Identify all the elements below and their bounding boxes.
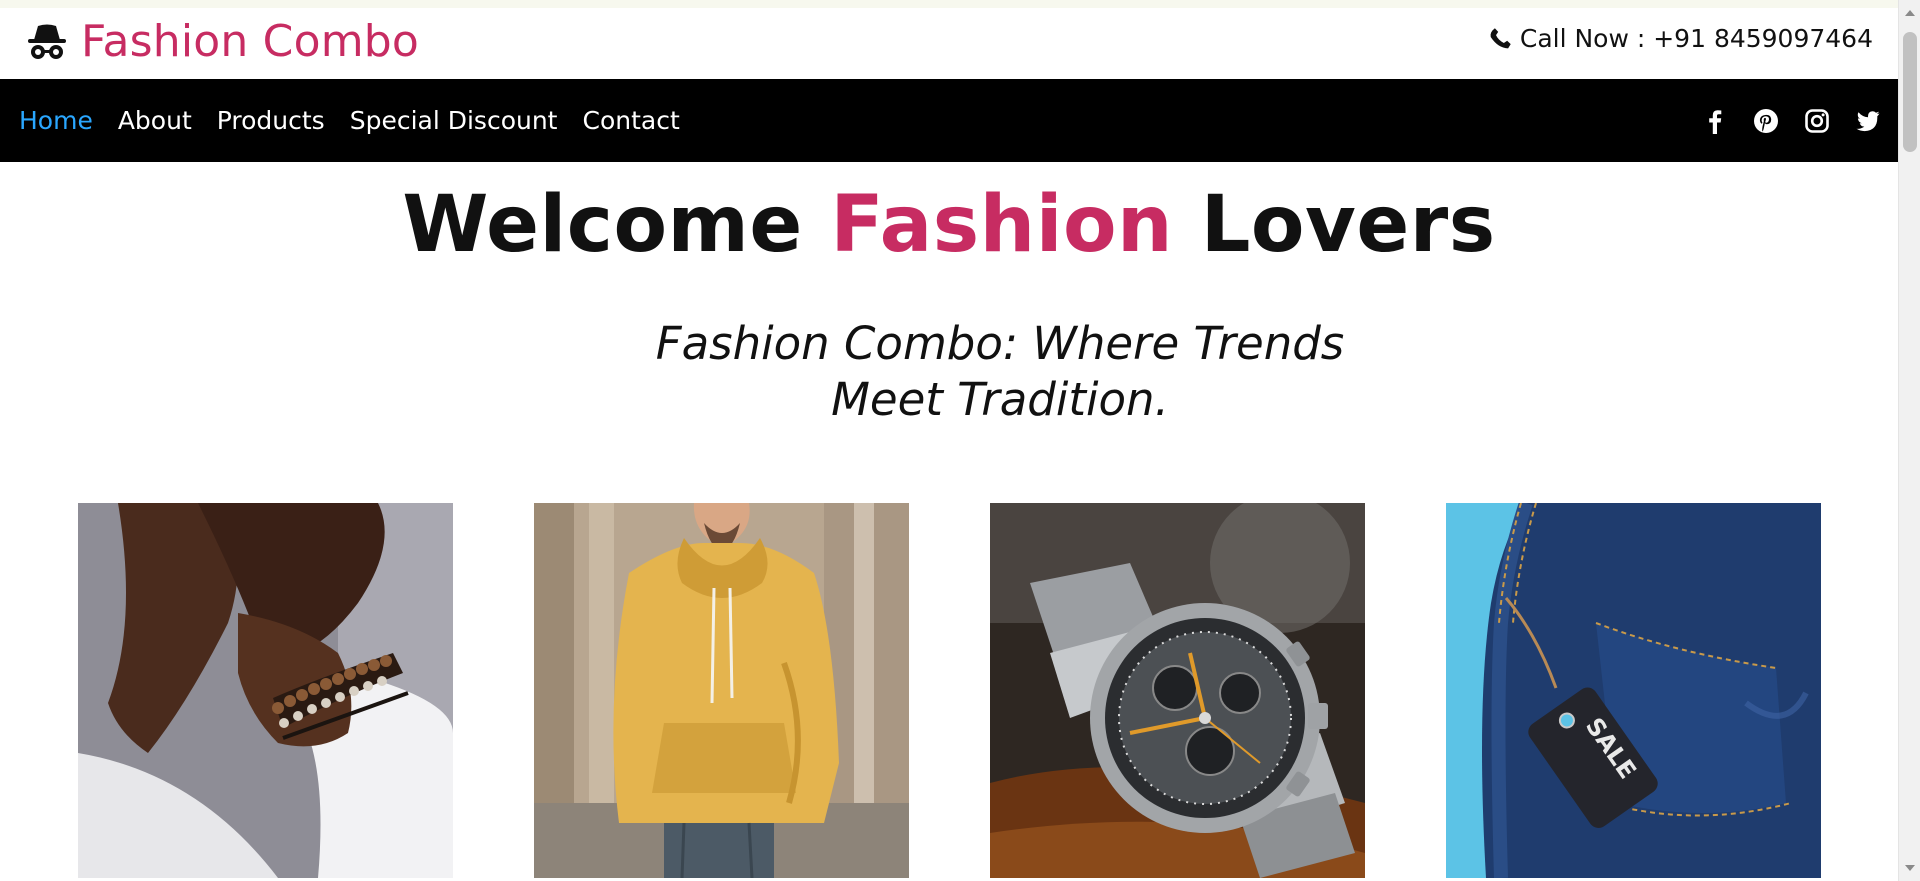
nav-special-discount[interactable]: Special Discount: [350, 108, 558, 133]
chronograph-watch-photo: [990, 503, 1365, 878]
call-now[interactable]: Call Now : +91 8459097464: [1488, 24, 1873, 53]
hero-title-part2: Lovers: [1173, 180, 1496, 270]
hero-title-part1: Welcome: [402, 180, 831, 270]
nav-contact[interactable]: Contact: [582, 108, 679, 133]
call-now-text: Call Now : +91 8459097464: [1519, 24, 1873, 53]
twitter-icon[interactable]: [1855, 108, 1881, 134]
scroll-thumb[interactable]: [1903, 32, 1917, 152]
pinterest-icon[interactable]: [1753, 108, 1779, 134]
hero-title: Welcome Fashion Lovers: [0, 186, 1898, 264]
nav-home[interactable]: Home: [19, 108, 93, 133]
header-bar: Fashion Combo Call Now : +91 8459097464: [0, 8, 1898, 79]
instagram-icon[interactable]: [1804, 108, 1830, 134]
brand-name: Fashion Combo: [81, 16, 420, 67]
incognito-icon: [25, 20, 69, 64]
nav-products[interactable]: Products: [217, 108, 325, 133]
social-links: [1702, 79, 1881, 162]
scroll-down-arrow-icon[interactable]: [1905, 865, 1915, 871]
product-tile-jeans[interactable]: SALE: [1446, 503, 1821, 878]
page-scrollbar[interactable]: [1898, 0, 1920, 881]
phone-icon: [1488, 26, 1513, 51]
facebook-icon[interactable]: [1702, 108, 1728, 134]
product-tile-watch[interactable]: [990, 503, 1365, 878]
hero-title-accent: Fashion: [830, 180, 1174, 270]
yellow-hoodie-photo: [534, 503, 909, 878]
page: Fashion Combo Call Now : +91 8459097464 …: [0, 0, 1898, 881]
top-strip: [0, 0, 1898, 8]
scroll-up-arrow-icon[interactable]: [1905, 10, 1915, 16]
main-nav: Home About Products Special Discount Con…: [0, 79, 1898, 162]
product-tile-hoodie[interactable]: [534, 503, 909, 878]
brand-logo[interactable]: Fashion Combo: [25, 12, 419, 72]
jeans-sale-tag-photo: SALE: [1446, 503, 1821, 878]
nav-links: Home About Products Special Discount Con…: [19, 79, 680, 162]
bracelet-wrist-photo: [78, 503, 453, 878]
hero-tagline: Fashion Combo: Where Trends Meet Traditi…: [655, 317, 1345, 426]
nav-about[interactable]: About: [118, 108, 192, 133]
product-tile-bracelets[interactable]: [78, 503, 453, 878]
